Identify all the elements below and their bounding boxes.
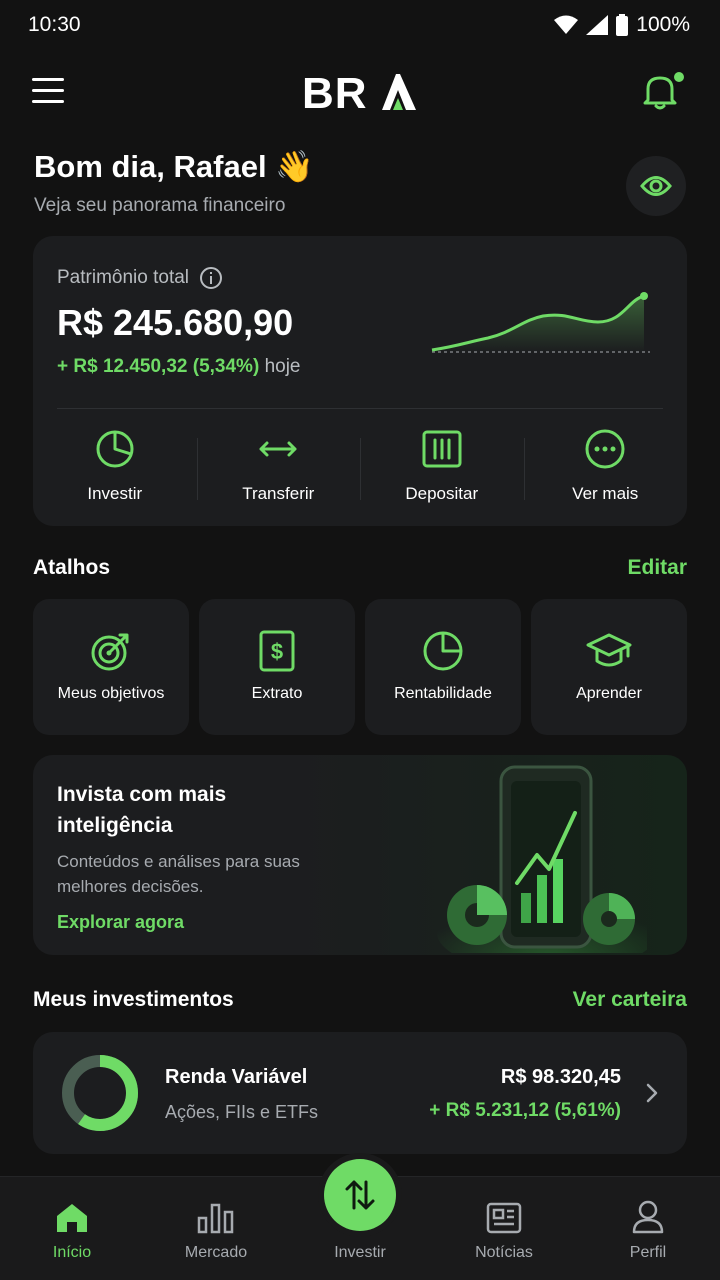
phone-chart-illustration <box>437 765 647 953</box>
action-label: Transferir <box>242 484 315 503</box>
nav-invest[interactable]: Investir <box>288 1159 432 1280</box>
chevron-right-icon[interactable] <box>643 1082 661 1104</box>
target-icon <box>91 633 129 671</box>
explore-link[interactable]: Explorar agora <box>57 912 184 933</box>
nav-label: Investir <box>334 1244 386 1261</box>
portfolio-change: + R$ 12.450,32 (5,34%) hoje <box>57 356 300 378</box>
shortcut-learn[interactable]: Aprender <box>531 599 687 735</box>
greeting: Bom dia, Rafael 👋 Veja seu panorama fina… <box>34 148 314 217</box>
view-portfolio-link[interactable]: Ver carteira <box>573 988 687 1012</box>
bar-chart-icon <box>197 1203 234 1234</box>
nav-profile[interactable]: Perfil <box>576 1177 720 1280</box>
home-icon <box>57 1204 87 1232</box>
portfolio-label-row: Patrimônio total <box>57 266 223 290</box>
status-time: 10:30 <box>28 13 81 36</box>
shortcuts-grid: Meus objetivos $ Extrato Rentabilidade A… <box>33 599 687 735</box>
section-title: Atalhos <box>33 556 111 579</box>
section-title: Meus investimentos <box>33 988 234 1011</box>
menu-button[interactable] <box>32 78 68 108</box>
promo-banner[interactable]: Invista com mais inteligência Conteúdos … <box>33 755 687 955</box>
action-invest[interactable]: Investir <box>33 428 197 508</box>
bottom-nav: Início Mercado Investir Notícias Perfil <box>0 1159 720 1280</box>
greeting-subtitle: Veja seu panorama financeiro <box>34 195 286 216</box>
svg-text:BR: BR <box>302 70 368 114</box>
quick-actions: Investir Transferir Depositar Ver mais <box>33 428 687 508</box>
portfolio-change-period: hoje <box>264 356 301 377</box>
battery-level: 100% <box>636 13 690 36</box>
divider <box>57 408 663 409</box>
shortcut-profitability[interactable]: Rentabilidade <box>365 599 521 735</box>
greeting-title: Bom dia, Rafael 👋 <box>34 149 314 184</box>
eye-icon <box>640 176 672 196</box>
nav-label: Perfil <box>629 1244 667 1261</box>
portfolio-label: Patrimônio total <box>57 267 190 288</box>
nav-news[interactable]: Notícias <box>432 1177 576 1280</box>
top-bar: BR <box>0 62 720 126</box>
shortcut-label: Extrato <box>251 685 303 702</box>
nav-label: Notícias <box>475 1244 533 1261</box>
nav-market[interactable]: Mercado <box>144 1177 288 1280</box>
shortcuts-header: Atalhos Editar <box>33 556 687 580</box>
action-transfer[interactable]: Transferir <box>196 428 361 508</box>
logo-wordmark: BR <box>302 70 416 114</box>
status-bar: 10:30 100% <box>0 0 720 50</box>
action-deposit[interactable]: Depositar <box>360 428 524 508</box>
pie-chart-icon <box>423 631 463 671</box>
shortcut-label: Meus objetivos <box>57 685 165 702</box>
status-indicators: 100% <box>554 13 690 37</box>
edit-shortcuts-link[interactable]: Editar <box>627 556 687 580</box>
swap-vertical-icon <box>345 1180 375 1210</box>
pie-chart-icon <box>96 430 134 468</box>
statement-icon: $ <box>259 630 295 672</box>
notification-dot <box>672 70 686 84</box>
info-icon[interactable] <box>199 266 223 290</box>
transfer-arrows-icon <box>259 441 297 457</box>
allocation-donut-icon <box>62 1055 138 1131</box>
nav-home[interactable]: Início <box>0 1177 144 1280</box>
action-label: Depositar <box>405 484 479 503</box>
investment-change: + R$ 5.231,12 (5,61%) <box>429 1100 621 1121</box>
investment-name: Renda Variável <box>165 1066 308 1088</box>
battery-icon <box>616 14 629 36</box>
shortcut-statement[interactable]: $ Extrato <box>199 599 355 735</box>
shortcut-label: Rentabilidade <box>394 685 492 702</box>
portfolio-change-amount: + R$ 12.450,32 (5,34%) <box>57 356 260 377</box>
investment-subtitle: Ações, FIIs e ETFs <box>165 1102 319 1122</box>
menu-line <box>32 89 64 92</box>
deposit-icon <box>422 430 462 468</box>
newspaper-icon <box>486 1202 522 1234</box>
signal-icon <box>586 15 609 35</box>
menu-line <box>32 78 64 81</box>
app-logo: BR <box>302 70 418 114</box>
invest-fab-button[interactable] <box>324 1159 396 1231</box>
action-label: Ver mais <box>572 484 639 503</box>
user-icon <box>632 1200 664 1234</box>
action-more[interactable]: Ver mais <box>523 428 688 508</box>
portfolio-card: Patrimônio total R$ 245.680,90 + R$ 12.4… <box>33 236 687 526</box>
toggle-visibility-button[interactable] <box>626 156 686 216</box>
promo-subtitle: Conteúdos e análises para suas melhores … <box>57 852 300 896</box>
notifications-button[interactable] <box>642 70 686 112</box>
portfolio-value: R$ 245.680,90 <box>57 302 294 343</box>
shortcut-label: Aprender <box>576 685 642 702</box>
nav-label: Mercado <box>184 1244 248 1261</box>
investments-header: Meus investimentos Ver carteira <box>33 988 687 1012</box>
shortcut-goals[interactable]: Meus objetivos <box>33 599 189 735</box>
investment-row[interactable]: Renda Variável Ações, FIIs e ETFs R$ 98.… <box>33 1032 687 1154</box>
action-label: Investir <box>87 484 143 503</box>
promo-title: Invista com mais inteligência <box>57 783 227 837</box>
menu-line <box>32 100 64 103</box>
more-icon <box>585 429 625 469</box>
svg-text:$: $ <box>271 639 283 664</box>
portfolio-sparkline <box>431 292 650 353</box>
investment-value: R$ 98.320,45 <box>500 1066 621 1088</box>
wifi-icon <box>554 15 579 34</box>
graduation-cap-icon <box>586 633 632 667</box>
nav-label: Início <box>52 1244 92 1261</box>
